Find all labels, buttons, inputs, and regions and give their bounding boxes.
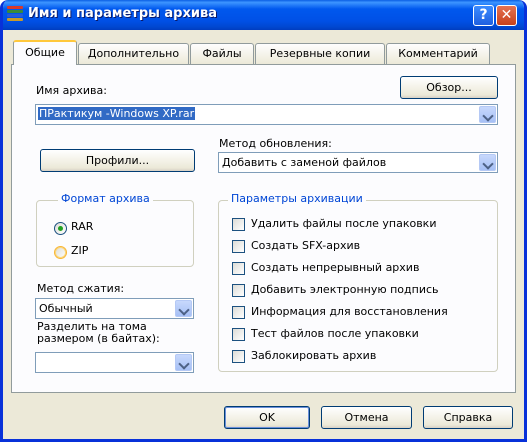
lock-archive-checkbox[interactable] bbox=[232, 350, 245, 363]
create-sfx-label[interactable]: Создать SFX-архив bbox=[251, 239, 360, 252]
cancel-button[interactable]: Отмена bbox=[321, 406, 412, 429]
update-method-select[interactable]: Добавить с заменой файлов bbox=[218, 152, 498, 173]
archive-name-value[interactable]: ПРактикум -Windows XP.rar bbox=[38, 107, 196, 120]
delete-after-pack-checkbox[interactable] bbox=[232, 218, 245, 231]
chevron-down-icon[interactable] bbox=[479, 106, 496, 123]
ok-button[interactable]: OK bbox=[224, 406, 310, 429]
profiles-button[interactable]: Профили... bbox=[40, 149, 195, 172]
create-sfx-checkbox[interactable] bbox=[232, 240, 245, 253]
chevron-down-icon[interactable] bbox=[479, 154, 496, 171]
split-volumes-label-line2: размером (в байтах): bbox=[37, 332, 160, 345]
close-button[interactable]: ✕ bbox=[496, 5, 517, 26]
compression-method-label: Метод сжатия: bbox=[37, 282, 125, 295]
zip-label[interactable]: ZIP bbox=[71, 244, 88, 257]
tab-advanced[interactable]: Дополнительно bbox=[78, 43, 189, 64]
archive-format-legend: Формат архива bbox=[58, 192, 153, 205]
recovery-record-checkbox[interactable] bbox=[232, 306, 245, 319]
solid-archive-checkbox[interactable] bbox=[232, 262, 245, 275]
solid-archive-label[interactable]: Создать непрерывный архив bbox=[251, 261, 419, 274]
browse-button[interactable]: Обзор... bbox=[400, 76, 498, 99]
tab-files[interactable]: Файлы bbox=[190, 43, 254, 64]
test-files-label[interactable]: Тест файлов после упаковки bbox=[251, 327, 419, 340]
chevron-down-icon[interactable] bbox=[175, 300, 192, 317]
recovery-record-label[interactable]: Информация для восстановления bbox=[251, 305, 448, 318]
lock-archive-label[interactable]: Заблокировать архив bbox=[251, 349, 376, 362]
winrar-app-icon bbox=[7, 6, 23, 23]
zip-radio[interactable] bbox=[54, 246, 67, 259]
rar-radio[interactable] bbox=[54, 222, 67, 235]
archive-name-combo[interactable]: ПРактикум -Windows XP.rar bbox=[35, 104, 498, 125]
archive-options-legend: Параметры архивации bbox=[228, 192, 366, 205]
rar-label[interactable]: RAR bbox=[71, 220, 93, 233]
split-volumes-combo[interactable] bbox=[35, 352, 194, 373]
update-method-label: Метод обновления: bbox=[219, 137, 332, 150]
help-button[interactable]: Справка bbox=[423, 406, 513, 429]
help-title-button[interactable]: ? bbox=[473, 5, 494, 26]
title-bar[interactable]: Имя и параметры архива ? ✕ bbox=[3, 0, 524, 30]
chevron-down-icon[interactable] bbox=[175, 354, 192, 371]
window-title: Имя и параметры архива bbox=[28, 6, 217, 21]
tab-backups[interactable]: Резервные копии bbox=[255, 43, 385, 64]
update-method-value: Добавить с заменой файлов bbox=[222, 156, 387, 169]
digital-signature-label[interactable]: Добавить электронную подпись bbox=[251, 283, 439, 296]
compression-method-value: Обычный bbox=[39, 302, 93, 315]
compression-method-select[interactable]: Обычный bbox=[35, 298, 194, 319]
dialog-window: Имя и параметры архива ? ✕ Общие Дополни… bbox=[0, 0, 527, 442]
tab-general[interactable]: Общие bbox=[13, 40, 77, 65]
archive-name-label: Имя архива: bbox=[36, 84, 107, 97]
tab-comment[interactable]: Комментарий bbox=[386, 43, 490, 64]
test-files-checkbox[interactable] bbox=[232, 328, 245, 341]
digital-signature-checkbox[interactable] bbox=[232, 284, 245, 297]
delete-after-pack-label[interactable]: Удалить файлы после упаковки bbox=[251, 217, 436, 230]
